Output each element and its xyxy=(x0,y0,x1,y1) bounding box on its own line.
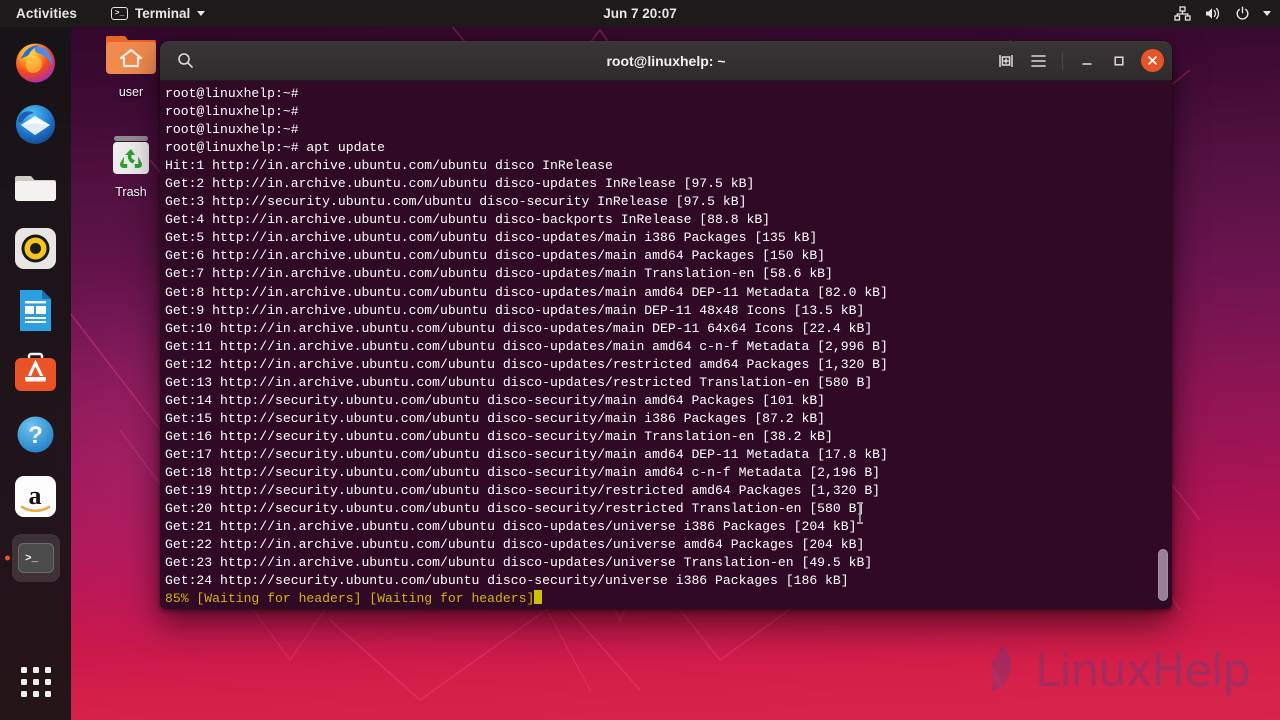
system-tray[interactable] xyxy=(1174,6,1271,21)
terminal-line: Get:7 http://in.archive.ubuntu.com/ubunt… xyxy=(165,266,833,282)
svg-text:>_: >_ xyxy=(25,553,39,565)
ubuntu-software-icon xyxy=(15,352,56,391)
terminal-line: Get:9 http://in.archive.ubuntu.com/ubunt… xyxy=(165,302,865,318)
volume-icon[interactable] xyxy=(1204,6,1222,21)
trash-icon xyxy=(113,136,149,174)
dock-item-rhythmbox[interactable] xyxy=(12,224,60,272)
chevron-down-icon-tray[interactable] xyxy=(1263,11,1271,16)
clock[interactable]: Jun 7 20:07 xyxy=(550,6,730,21)
app-menu-terminal[interactable]: >_ Terminal xyxy=(105,4,211,23)
terminal-titlebar[interactable]: root@linuxhelp: ~ xyxy=(160,41,1172,81)
terminal-line: Get:13 http://in.archive.ubuntu.com/ubun… xyxy=(165,374,873,390)
terminal-line: Get:16 http://security.ubuntu.com/ubuntu… xyxy=(165,428,833,444)
terminal-cursor xyxy=(534,590,543,605)
terminal-line: Get:23 http://in.archive.ubuntu.com/ubun… xyxy=(165,555,873,571)
show-applications-button[interactable] xyxy=(14,660,58,704)
terminal-output: root@linuxhelp:~# root@linuxhelp:~# root@l… xyxy=(165,85,1172,608)
terminal-line: Get:15 http://security.ubuntu.com/ubuntu… xyxy=(165,410,826,426)
desktop-icon-home[interactable]: user xyxy=(93,32,169,99)
dock-item-amazon[interactable]: a xyxy=(12,472,60,520)
grid-dot xyxy=(32,691,39,697)
terminal-line: Get:22 http://in.archive.ubuntu.com/ubun… xyxy=(165,537,865,553)
terminal-line: Get:3 http://security.ubuntu.com/ubuntu … xyxy=(165,194,747,210)
dock-item-firefox[interactable] xyxy=(12,38,60,86)
network-icon[interactable] xyxy=(1174,6,1191,21)
grid-dot xyxy=(44,691,51,697)
minimize-button[interactable] xyxy=(1072,46,1102,76)
desktop-icon-label: Trash xyxy=(115,185,147,199)
linuxhelp-watermark: LinuxHelp xyxy=(981,642,1251,698)
new-tab-icon[interactable] xyxy=(991,46,1021,76)
terminal-line: root@linuxhelp:~# xyxy=(165,104,299,120)
terminal-line: Get:8 http://in.archive.ubuntu.com/ubunt… xyxy=(165,284,888,300)
dock-item-files[interactable] xyxy=(12,162,60,210)
terminal-window: root@linuxhelp: ~ root@linuxhelp:~# root… xyxy=(160,41,1172,609)
terminal-line: Hit:1 http://in.archive.ubuntu.com/ubunt… xyxy=(165,158,613,174)
grid-dot xyxy=(20,679,27,685)
terminal-line: root@linuxhelp:~# xyxy=(165,122,299,138)
dock-item-terminal[interactable]: >_ xyxy=(11,534,60,582)
terminal-line: Get:11 http://in.archive.ubuntu.com/ubun… xyxy=(165,338,888,354)
grid-dot xyxy=(20,667,27,673)
power-icon[interactable] xyxy=(1235,6,1250,21)
desktop-icon-trash[interactable]: Trash xyxy=(93,132,169,199)
thunderbird-icon xyxy=(16,104,55,144)
help-icon: ? xyxy=(17,416,54,452)
terminal-status-line: 85% [Waiting for headers] [Waiting for h… xyxy=(165,590,1172,608)
terminal-line: Get:24 http://security.ubuntu.com/ubuntu… xyxy=(165,573,849,589)
grid-dot xyxy=(32,679,39,685)
dock: ? a >_ xyxy=(0,27,71,720)
terminal-line: Get:18 http://security.ubuntu.com/ubuntu… xyxy=(165,464,881,480)
close-button[interactable] xyxy=(1141,49,1164,72)
desktop-icon-label: user xyxy=(118,85,144,99)
grid-dot xyxy=(32,667,39,673)
terminal-line: Get:4 http://in.archive.ubuntu.com/ubunt… xyxy=(165,212,771,228)
terminal-line: Get:21 http://in.archive.ubuntu.com/ubun… xyxy=(165,519,857,535)
terminal-line: Get:6 http://in.archive.ubuntu.com/ubunt… xyxy=(165,248,826,264)
grid-dot xyxy=(20,691,27,697)
firefox-icon xyxy=(16,43,55,82)
watermark-part2: Help xyxy=(1151,643,1251,697)
dock-item-thunderbird[interactable] xyxy=(12,100,60,148)
dock-item-libreoffice-writer[interactable] xyxy=(12,286,60,334)
home-folder-icon xyxy=(106,36,156,74)
terminal-line: Get:12 http://in.archive.ubuntu.com/ubun… xyxy=(165,356,888,372)
linuxhelp-watermark-text: LinuxHelp xyxy=(1035,643,1251,697)
folder-icon xyxy=(15,175,56,201)
activities-button[interactable]: Activities xyxy=(9,4,84,23)
terminal-line: Get:17 http://security.ubuntu.com/ubuntu… xyxy=(165,446,888,462)
libreoffice-writer-icon xyxy=(20,289,51,331)
terminal-line: root@linuxhelp:~# apt update xyxy=(165,140,386,156)
svg-text:a: a xyxy=(29,481,42,510)
hamburger-menu-icon[interactable] xyxy=(1023,46,1053,76)
terminal-line: Get:5 http://in.archive.ubuntu.com/ubunt… xyxy=(165,230,818,246)
terminal-body[interactable]: root@linuxhelp:~# root@linuxhelp:~# root@l… xyxy=(160,81,1172,609)
top-bar: Activities >_ Terminal Jun 7 20:07 xyxy=(0,0,1280,27)
terminal-icon: >_ xyxy=(111,7,129,20)
dock-item-help[interactable]: ? xyxy=(12,410,60,458)
watermark-part1: Linux xyxy=(1035,643,1152,697)
grid-dot xyxy=(44,667,51,673)
terminal-line: Get:19 http://security.ubuntu.com/ubuntu… xyxy=(165,483,881,499)
maximize-button[interactable] xyxy=(1104,46,1134,76)
terminal-line: Get:10 http://in.archive.ubuntu.com/ubun… xyxy=(165,320,873,336)
dock-item-ubuntu-software[interactable] xyxy=(12,348,60,396)
amazon-icon: a xyxy=(15,475,56,517)
svg-text:?: ? xyxy=(28,422,43,449)
terminal-line: Get:20 http://security.ubuntu.com/ubuntu… xyxy=(165,501,865,517)
terminal-line: Get:14 http://security.ubuntu.com/ubuntu… xyxy=(165,392,826,408)
rhythmbox-icon xyxy=(15,227,56,269)
app-menu-label: Terminal xyxy=(135,6,191,21)
grid-dot xyxy=(44,679,51,685)
terminal-line: Get:2 http://in.archive.ubuntu.com/ubunt… xyxy=(165,176,755,192)
linuxhelp-logo-icon xyxy=(991,646,1012,692)
search-icon[interactable] xyxy=(170,46,200,76)
mouse-cursor-ibeam xyxy=(854,502,866,529)
chevron-down-icon xyxy=(197,11,206,16)
titlebar-separator xyxy=(1062,51,1063,70)
terminal-line: root@linuxhelp:~# xyxy=(165,86,299,101)
terminal-dock-icon: >_ xyxy=(17,543,54,573)
terminal-scrollbar[interactable] xyxy=(1158,549,1168,601)
